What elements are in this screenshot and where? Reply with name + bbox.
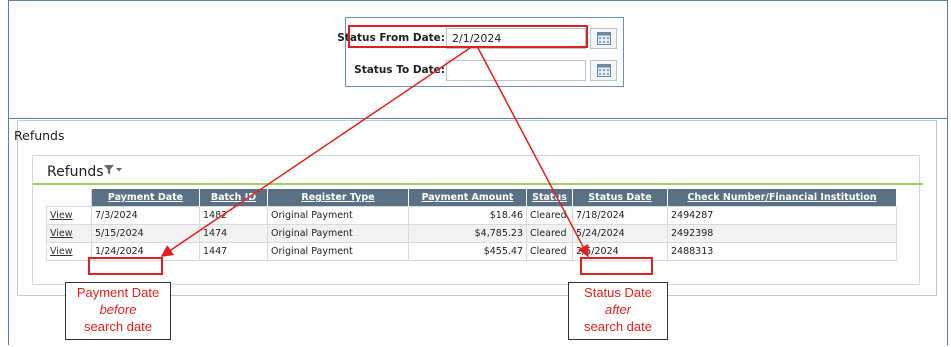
payment-date-cell: 5/15/2024	[91, 224, 200, 243]
status-date-highlight-box	[580, 257, 653, 275]
view-link[interactable]: View	[50, 210, 73, 221]
grid-title-underline	[33, 183, 923, 185]
column-header-payment-amount[interactable]: Payment Amount	[408, 189, 527, 207]
status-to-row: Status To Date:	[346, 58, 625, 84]
status-date-cell: 5/24/2024	[572, 224, 668, 243]
payment-amount-cell: $18.46	[408, 206, 527, 225]
check-number-cell: 2488313	[667, 242, 897, 261]
status-date-callout: Status Date after search date	[568, 282, 668, 340]
table-header-row: Payment Date Batch ID Register Type Paym…	[46, 189, 897, 207]
register-type-cell: Original Payment	[267, 242, 409, 261]
status-from-calendar-button[interactable]	[590, 28, 617, 49]
column-header-status[interactable]: Status	[526, 189, 573, 207]
column-header-batch-id[interactable]: Batch ID	[199, 189, 268, 207]
callout-line: Payment Date	[76, 285, 160, 300]
batch-id-cell: 1474	[199, 224, 268, 243]
status-cell: Cleared	[526, 242, 573, 261]
callout-line: Status Date	[584, 285, 652, 300]
status-to-calendar-button[interactable]	[590, 60, 617, 81]
status-to-input[interactable]	[446, 60, 586, 81]
section-divider	[8, 118, 948, 119]
status-to-label: Status To Date:	[354, 64, 445, 76]
column-header-check-number[interactable]: Check Number/Financial Institution	[667, 189, 897, 207]
status-date-cell: 7/18/2024	[572, 206, 668, 225]
status-cell: Cleared	[526, 224, 573, 243]
check-number-cell: 2494287	[667, 206, 897, 225]
payment-amount-cell: $4,785.23	[408, 224, 527, 243]
grid-title: Refunds	[47, 164, 104, 180]
refunds-table: Payment Date Batch ID Register Type Paym…	[46, 189, 897, 261]
column-header-status-date[interactable]: Status Date	[572, 189, 668, 207]
view-link[interactable]: View	[50, 246, 73, 257]
payment-date-callout: Payment Date before search date	[65, 282, 171, 340]
callout-line: search date	[584, 319, 652, 334]
filter-icon[interactable]	[104, 165, 124, 178]
column-header-register-type[interactable]: Register Type	[267, 189, 409, 207]
check-number-cell: 2492398	[667, 224, 897, 243]
payment-date-cell: 7/3/2024	[91, 206, 200, 225]
status-cell: Cleared	[526, 206, 573, 225]
payment-date-highlight-box	[88, 257, 163, 275]
calendar-icon	[596, 64, 611, 77]
table-row: View 5/15/2024 1474 Original Payment $4,…	[46, 224, 897, 243]
callout-line: search date	[84, 319, 152, 334]
payment-amount-cell: $455.47	[408, 242, 527, 261]
refunds-grid: Refunds Payment Date Batch ID Register T…	[32, 155, 923, 285]
table-row: View 1/24/2024 1447 Original Payment $45…	[46, 242, 897, 261]
section-title: Refunds	[14, 128, 65, 143]
view-link[interactable]: View	[50, 228, 73, 239]
column-header-payment-date[interactable]: Payment Date	[91, 189, 200, 207]
batch-id-cell: 1447	[199, 242, 268, 261]
batch-id-cell: 1482	[199, 206, 268, 225]
column-header-actions	[46, 189, 92, 207]
table-row: View 7/3/2024 1482 Original Payment $18.…	[46, 206, 897, 225]
calendar-icon	[596, 32, 611, 45]
register-type-cell: Original Payment	[267, 206, 409, 225]
callout-emphasis: after	[604, 302, 631, 317]
register-type-cell: Original Payment	[267, 224, 409, 243]
status-from-highlight-box	[348, 25, 588, 48]
callout-emphasis: before	[99, 302, 137, 317]
